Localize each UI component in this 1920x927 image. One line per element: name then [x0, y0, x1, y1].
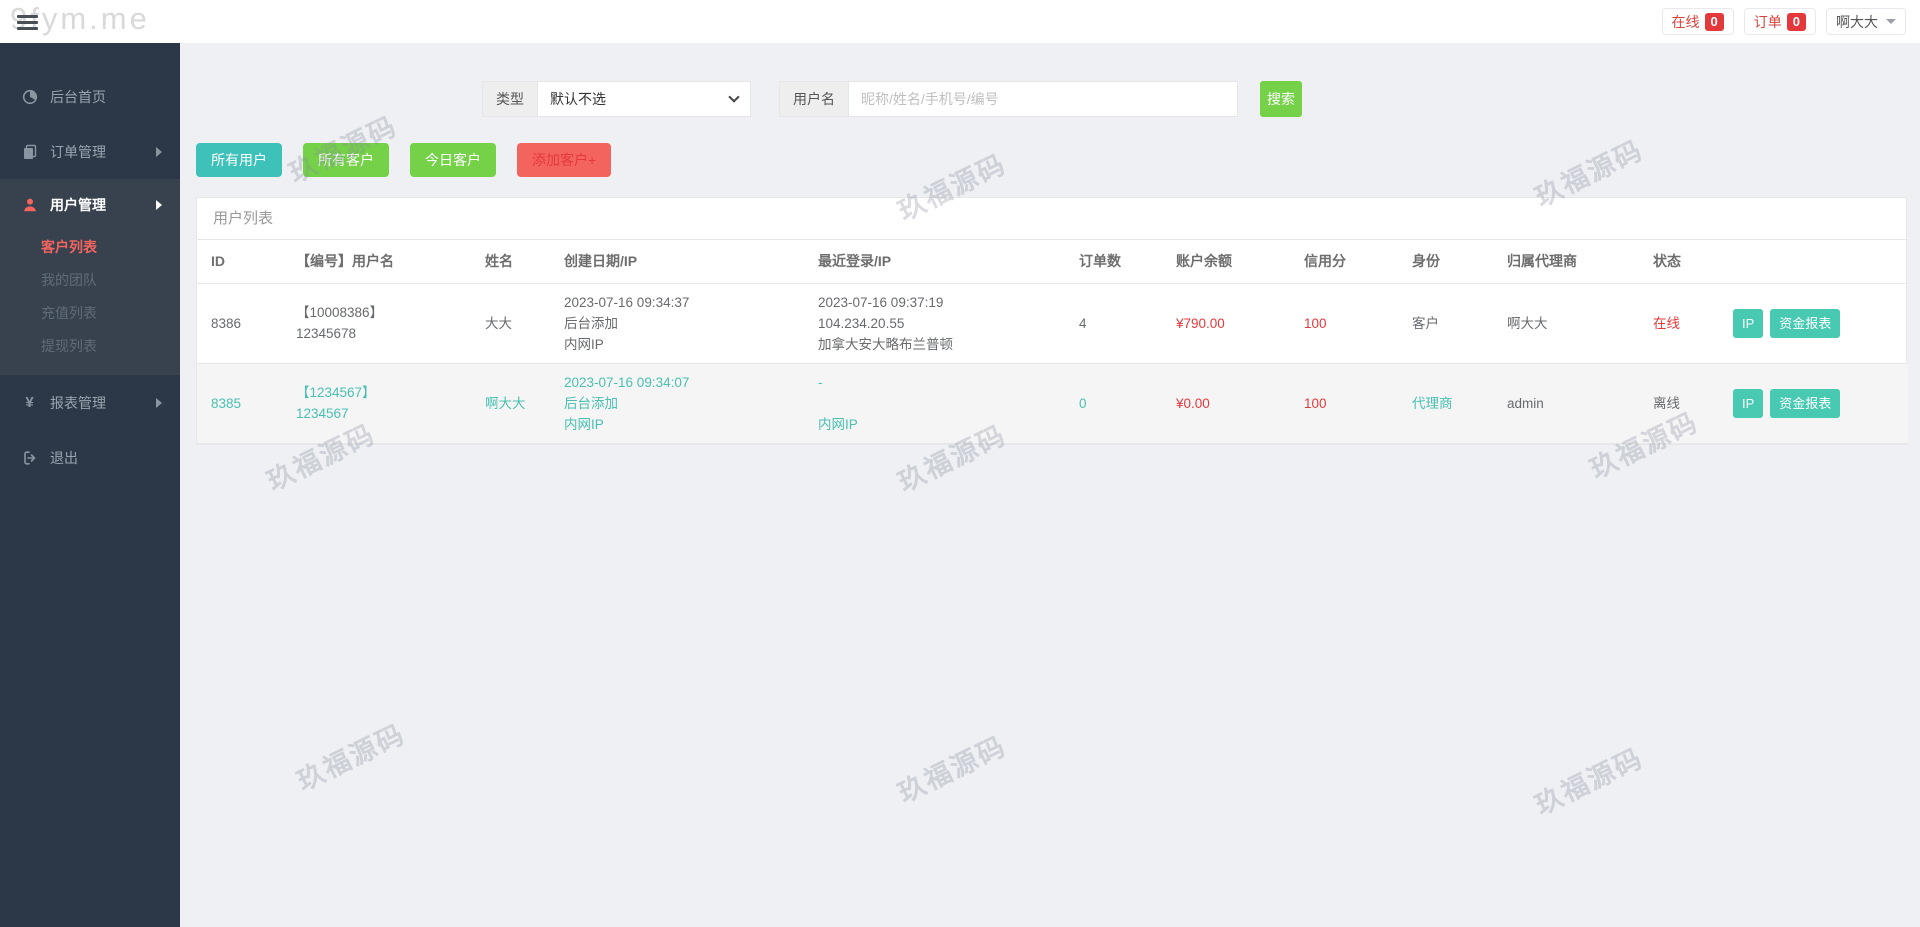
- cell-actions: IP 资金报表: [1719, 363, 1908, 444]
- ip-button[interactable]: IP: [1733, 308, 1764, 338]
- user-name: 啊大大: [1836, 13, 1878, 30]
- search-button[interactable]: 搜索: [1260, 81, 1302, 117]
- panel-title: 用户列表: [197, 198, 1906, 240]
- type-select-value: 默认不选: [550, 91, 606, 107]
- type-select[interactable]: 默认不选: [537, 81, 751, 117]
- column-header: [1719, 240, 1908, 284]
- order-count-badge: 0: [1786, 12, 1806, 31]
- chevron-right-icon: [156, 397, 162, 408]
- cell-id: 8386: [197, 283, 282, 364]
- chevron-down-icon: [728, 91, 740, 103]
- cell-balance: ¥790.00: [1162, 283, 1290, 364]
- cell-username: 【1234567】 1234567: [282, 363, 471, 444]
- column-header: 归属代理商: [1493, 240, 1639, 284]
- chevron-down-icon: [1886, 19, 1896, 24]
- sidebar-item-orders[interactable]: 订单管理: [0, 124, 180, 179]
- funds-report-button[interactable]: 资金报表: [1770, 308, 1841, 338]
- column-header: 状态: [1639, 240, 1719, 284]
- column-header: 创建日期/IP: [550, 240, 804, 284]
- sidebar-label: 订单管理: [50, 143, 106, 160]
- cell-agent: admin: [1493, 363, 1639, 444]
- cell-credit: 100: [1290, 363, 1398, 444]
- cell-actions: IP 资金报表: [1719, 283, 1908, 364]
- user-icon: [21, 197, 38, 213]
- chevron-right-icon: [156, 146, 162, 157]
- column-header: ID: [197, 240, 282, 284]
- cell-created: 2023-07-16 09:34:07 后台添加 内网IP: [550, 363, 804, 444]
- sidebar-label: 报表管理: [50, 394, 106, 411]
- sidebar-label: 退出: [50, 449, 78, 466]
- column-header: 最近登录/IP: [804, 240, 1065, 284]
- sidebar-item-logout[interactable]: 退出: [0, 430, 180, 485]
- order-label: 订单: [1753, 13, 1782, 30]
- column-header: 账户余额: [1162, 240, 1290, 284]
- cell-username: 【10008386】 12345678: [282, 283, 471, 364]
- quick-actions: 所有用户 所有客户 今日客户 添加客户+: [196, 143, 1907, 177]
- sidebar-item-withdraw-list[interactable]: 提现列表: [0, 330, 180, 363]
- user-menu-dropdown[interactable]: 啊大大: [1826, 8, 1906, 35]
- user-table: ID 【编号】用户名 姓名 创建日期/IP 最近登录/IP 订单数 账户余额 信用分 身份 归属代…: [197, 240, 1908, 444]
- sidebar-label: 后台首页: [50, 88, 106, 105]
- column-header: 信用分: [1290, 240, 1398, 284]
- column-header: 【编号】用户名: [282, 240, 471, 284]
- menu-toggle-button[interactable]: [17, 15, 38, 30]
- sidebar-label: 用户管理: [50, 197, 106, 213]
- column-header: 订单数: [1065, 240, 1162, 284]
- orders-icon: [21, 144, 38, 160]
- sidebar: 后台首页 订单管理 用户管理 客户列表 我的团队 充值列表 提现列表 ¥ 报表管…: [0, 43, 180, 927]
- cell-name: 啊大大: [471, 363, 550, 444]
- sidebar-item-users[interactable]: 用户管理: [0, 179, 180, 231]
- order-counter-chip[interactable]: 订单 0: [1743, 8, 1816, 35]
- funds-report-button[interactable]: 资金报表: [1770, 388, 1841, 418]
- cell-created: 2023-07-16 09:34:37 后台添加 内网IP: [550, 283, 804, 364]
- column-header: 身份: [1398, 240, 1493, 284]
- online-label: 在线: [1671, 13, 1700, 30]
- username-input[interactable]: [848, 81, 1238, 117]
- sidebar-item-recharge-list[interactable]: 充值列表: [0, 297, 180, 330]
- main-content: 类型 默认不选 用户名 搜索 所有用户 所有客户 今日客户 添加客户+ 用户列表: [180, 43, 1920, 927]
- logout-icon: [21, 450, 38, 466]
- cell-status: 离线: [1639, 363, 1719, 444]
- online-counter-chip[interactable]: 在线 0: [1661, 8, 1734, 35]
- user-list-panel: 用户列表 ID 【编号】用户名 姓名 创建日期/IP 最近登录/IP 订单数 账户余额 信用分…: [196, 197, 1908, 445]
- yen-icon: ¥: [25, 394, 34, 411]
- sidebar-group-users: 用户管理 客户列表 我的团队 充值列表 提现列表: [0, 179, 180, 375]
- dashboard-icon: [21, 89, 38, 105]
- sidebar-item-dashboard[interactable]: 后台首页: [0, 69, 180, 124]
- cell-status: 在线: [1639, 283, 1719, 364]
- cell-role: 客户: [1398, 283, 1493, 364]
- ip-button[interactable]: IP: [1733, 388, 1764, 418]
- cell-orders: 0: [1065, 363, 1162, 444]
- cell-balance: ¥0.00: [1162, 363, 1290, 444]
- type-label: 类型: [482, 81, 537, 117]
- filter-bar: 类型 默认不选 用户名 搜索: [482, 81, 1907, 117]
- cell-name: 大大: [471, 283, 550, 364]
- column-header: 姓名: [471, 240, 550, 284]
- sidebar-item-reports[interactable]: ¥ 报表管理: [0, 375, 180, 430]
- cell-orders: 4: [1065, 283, 1162, 364]
- add-customer-button[interactable]: 添加客户+: [517, 143, 612, 177]
- cell-last-login: - 内网IP: [804, 363, 1065, 444]
- cell-agent: 啊大大: [1493, 283, 1639, 364]
- cell-last-login: 2023-07-16 09:37:19 104.234.20.55 加拿大安大略布兰…: [804, 283, 1065, 364]
- cell-id: 8385: [197, 363, 282, 444]
- table-row: 8385 【1234567】 1234567 啊大大 2023-07-16 09:34:…: [197, 363, 1908, 444]
- sidebar-item-my-team[interactable]: 我的团队: [0, 264, 180, 297]
- username-label: 用户名: [779, 81, 848, 117]
- cell-credit: 100: [1290, 283, 1398, 364]
- sidebar-item-customer-list[interactable]: 客户列表: [0, 231, 180, 264]
- chevron-right-icon: [156, 200, 162, 210]
- today-customers-button[interactable]: 今日客户: [410, 143, 496, 177]
- online-count-badge: 0: [1704, 12, 1724, 31]
- all-customers-button[interactable]: 所有客户: [303, 143, 389, 177]
- all-users-button[interactable]: 所有用户: [196, 143, 282, 177]
- top-bar: 9fym.me 在线 0 订单 0 啊大大: [0, 0, 1920, 43]
- cell-role: 代理商: [1398, 363, 1493, 444]
- table-header-row: ID 【编号】用户名 姓名 创建日期/IP 最近登录/IP 订单数 账户余额 信用分 身份 归属代…: [197, 240, 1908, 284]
- table-row: 8386 【10008386】 12345678 大大 2023-07-16 09:34…: [197, 283, 1908, 364]
